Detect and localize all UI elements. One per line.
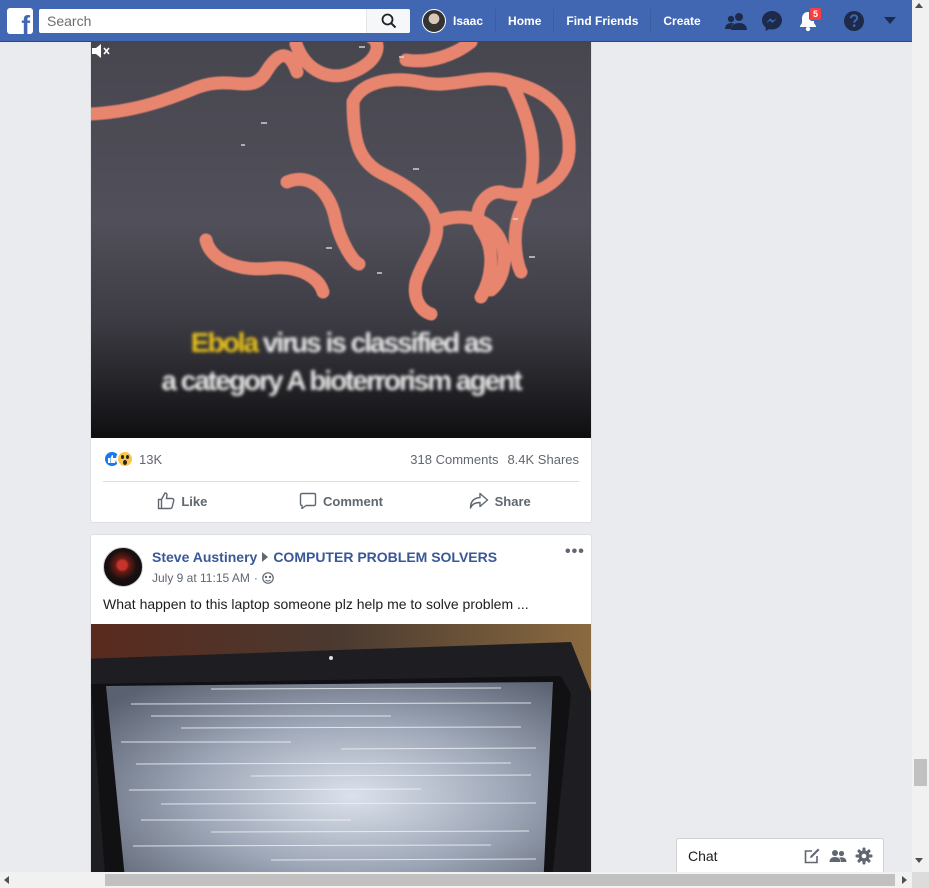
caption-highlight: Ebola [190,327,259,358]
facebook-logo-icon[interactable]: f [7,8,33,34]
divider [103,481,579,482]
vertical-scroll-thumb[interactable] [914,759,927,786]
share-label: Share [494,493,531,509]
top-navigation-bar: f Isaac Home Find Friends Create 5 [0,0,912,42]
account-menu-button[interactable] [872,0,908,42]
feed-post: Ebola virus is classified as a category … [90,42,592,523]
nav-home[interactable]: Home [496,9,555,33]
friends-icon [725,13,747,30]
scroll-up-arrow-icon[interactable] [915,3,923,8]
caption-line2: a category A bioterrorism agent [161,365,522,396]
post-actions: Like Comment Share [103,484,579,518]
meta-separator: · [253,571,258,585]
group-link[interactable]: COMPUTER PROBLEM SOLVERS [273,549,497,565]
chat-label: Chat [688,847,718,864]
mute-icon[interactable] [91,42,111,60]
laptop-photo [91,624,591,888]
like-button[interactable]: Like [103,484,262,518]
scrollbar-corner [912,872,929,888]
video-player[interactable]: Ebola virus is classified as a category … [91,42,591,438]
group-icon[interactable] [829,847,847,865]
comment-button[interactable]: Comment [262,484,421,518]
nav-icons: 5 [718,0,908,42]
messenger-icon [762,11,782,31]
comment-label: Comment [323,493,383,509]
post-text: What happen to this laptop someone plz h… [103,596,529,612]
caption-line1: virus is classified as [257,327,493,358]
feed-post: Steve Austinery COMPUTER PROBLEM SOLVERS… [90,534,592,888]
search-box [39,9,410,33]
compose-icon[interactable] [803,847,821,865]
scroll-down-arrow-icon[interactable] [915,858,923,863]
arrow-right-icon [262,552,269,562]
post-options-button[interactable]: ••• [565,544,585,560]
search-icon [381,13,396,29]
horizontal-scroll-thumb[interactable] [105,874,895,886]
avatar [422,9,446,33]
profile-link[interactable]: Isaac [418,9,497,33]
like-icon [158,492,175,510]
vertical-scrollbar[interactable] [912,0,929,872]
search-input[interactable] [39,9,366,33]
post-meta: July 9 at 11:15 AM · [152,571,274,585]
profile-name: Isaac [453,14,484,28]
post-photo[interactable] [91,624,591,888]
comment-icon [299,492,317,510]
shares-count[interactable]: 8.4K Shares [507,452,579,467]
post-author-line: Steve Austinery COMPUTER PROBLEM SOLVERS [152,549,497,565]
messenger-button[interactable] [754,0,790,42]
nav-create[interactable]: Create [651,9,712,33]
help-icon [844,11,864,31]
post-timestamp[interactable]: July 9 at 11:15 AM [152,571,250,585]
main-nav: Isaac Home Find Friends Create [418,0,713,42]
notification-badge: 5 [809,7,823,21]
notifications-button[interactable]: 5 [790,0,826,42]
share-button[interactable]: Share [420,484,579,518]
caret-down-icon [884,17,896,24]
comments-count[interactable]: 318 Comments [410,452,498,467]
like-label: Like [181,493,208,509]
friend-requests-button[interactable] [718,0,754,42]
search-button[interactable] [366,9,410,33]
reactions-summary[interactable]: 13K [103,450,162,468]
chat-bar[interactable]: Chat [676,838,884,872]
wow-reaction-icon [116,450,134,468]
scroll-left-arrow-icon[interactable] [4,876,9,884]
gear-icon[interactable] [855,847,873,865]
author-link[interactable]: Steve Austinery [152,549,257,565]
globe-icon [262,572,274,584]
video-caption: Ebola virus is classified as a category … [91,324,591,400]
nav-find-friends[interactable]: Find Friends [554,9,652,33]
help-button[interactable] [836,0,872,42]
share-icon [469,492,488,509]
chat-icons [803,847,873,865]
reaction-stats: 13K 318 Comments 8.4K Shares [103,446,579,472]
avatar[interactable] [103,547,143,587]
reaction-count: 13K [139,451,163,467]
scroll-right-arrow-icon[interactable] [902,876,907,884]
